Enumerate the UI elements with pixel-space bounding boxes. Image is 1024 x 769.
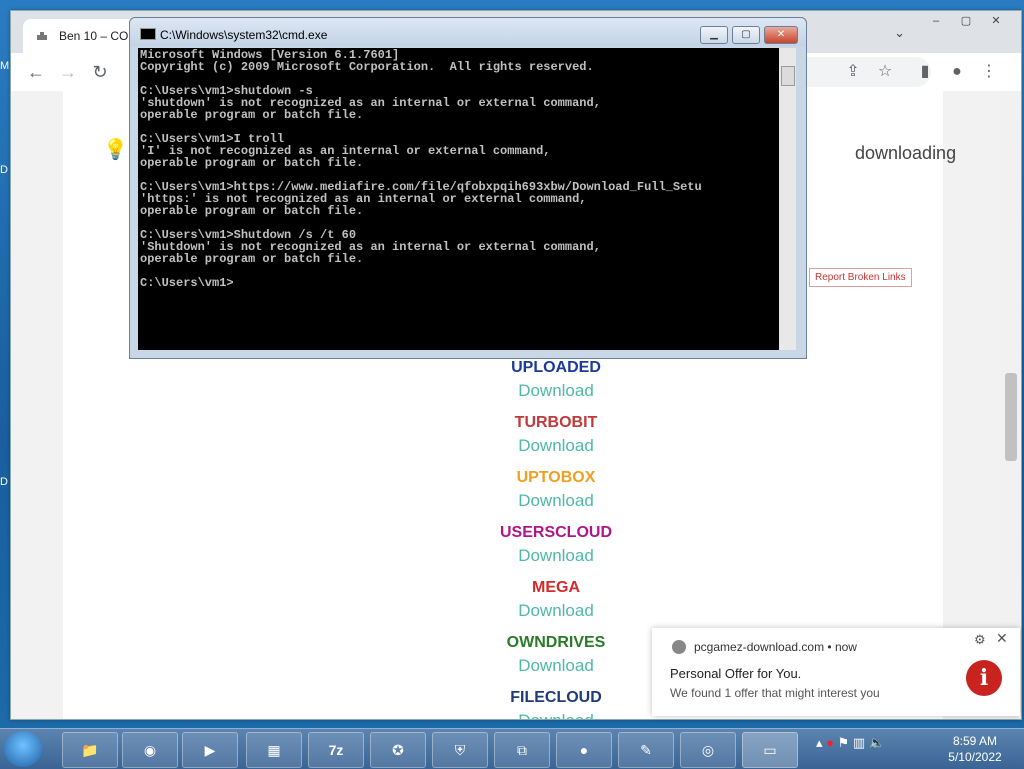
taskbar: 📁 ◉ ▶ ▦ 7z ✪ ⛨ ⧉ ● ✎ ◎ ▭ ▴ ● ⚑ ▥ 🔈 8:59 … bbox=[0, 728, 1024, 769]
media-center-icon[interactable]: ◎ bbox=[680, 732, 736, 768]
cmd-titlebar[interactable]: C:\Windows\system32\cmd.exe ▁ ▢ ✕ bbox=[130, 18, 806, 46]
security-icon[interactable]: ● bbox=[826, 735, 834, 750]
download-link-mega[interactable]: Download bbox=[443, 601, 669, 621]
cmd-minimize-button[interactable]: ▁ bbox=[700, 26, 728, 44]
volume-icon[interactable]: 🔈 bbox=[869, 735, 885, 750]
tab-search-icon[interactable]: ⌄ bbox=[894, 25, 905, 41]
vpn-shield-icon[interactable]: ⛨ bbox=[432, 732, 488, 768]
console-output: Microsoft Windows [Version 6.1.7601] Cop… bbox=[140, 48, 702, 290]
remote-desktop-icon[interactable]: ⧉ bbox=[494, 732, 550, 768]
start-button[interactable] bbox=[4, 731, 42, 767]
page-left-gutter bbox=[11, 91, 63, 719]
host-uptobox: UPTOBOX bbox=[516, 469, 596, 486]
minimize-button[interactable]: – bbox=[923, 13, 949, 29]
cmd-window[interactable]: C:\Windows\system32\cmd.exe ▁ ▢ ✕ Micros… bbox=[129, 17, 807, 359]
gear-icon[interactable]: ⚙ bbox=[974, 632, 986, 648]
flag-icon[interactable]: ⚑ bbox=[838, 735, 850, 750]
tab-title: Ben 10 – COD bbox=[59, 29, 138, 43]
tray-expand-icon[interactable]: ▴ bbox=[816, 735, 823, 750]
host-turbobit: TURBOBIT bbox=[514, 414, 598, 431]
maximize-button[interactable]: ▢ bbox=[953, 13, 979, 29]
bookmark-star-icon[interactable]: ☆ bbox=[875, 62, 895, 82]
browser-tab[interactable]: Ben 10 – COD bbox=[23, 19, 143, 53]
host-mega: MEGA bbox=[532, 579, 580, 596]
desktop-edge-m: M bbox=[0, 60, 10, 72]
window-controls: – ▢ ✕ bbox=[923, 13, 1013, 31]
cmd-scrollbar-thumb[interactable] bbox=[781, 66, 795, 86]
task-manager-icon[interactable]: ▦ bbox=[246, 732, 302, 768]
cmd-close-button[interactable]: ✕ bbox=[764, 26, 798, 44]
clock[interactable]: 8:59 AM 5/10/2022 bbox=[940, 733, 1010, 765]
network-icon[interactable]: ▥ bbox=[853, 735, 865, 750]
notification-body: We found 1 offer that might interest you bbox=[670, 686, 880, 700]
page-scrollbar[interactable] bbox=[999, 91, 1021, 719]
report-broken-links-button[interactable]: Report Broken Links bbox=[809, 268, 912, 287]
cmd-taskbar-icon[interactable]: ▭ bbox=[742, 732, 798, 768]
cmd-title: C:\Windows\system32\cmd.exe bbox=[160, 28, 328, 42]
7z-icon[interactable]: 7z bbox=[308, 732, 364, 768]
reload-icon[interactable]: ↻ bbox=[89, 61, 111, 83]
scrollbar-thumb[interactable] bbox=[1005, 373, 1017, 461]
notification-source: pcgamez-download.com • now bbox=[694, 640, 857, 654]
desktop-edge-d2: D bbox=[0, 476, 8, 488]
system-tray: ▴ ● ⚑ ▥ 🔈 bbox=[816, 735, 936, 763]
menu-kebab-icon[interactable]: ⋮ bbox=[979, 62, 999, 82]
side-panel-icon[interactable]: ▮ bbox=[915, 62, 935, 82]
notepad-icon[interactable]: ✎ bbox=[618, 732, 674, 768]
clock-time: 8:59 AM bbox=[952, 734, 998, 748]
cmd-scrollbar[interactable] bbox=[779, 48, 796, 350]
host-filecloud: FILECLOUD bbox=[510, 689, 602, 706]
download-link-uploaded[interactable]: Download bbox=[443, 381, 669, 401]
back-arrow-icon[interactable]: ← bbox=[25, 61, 47, 83]
partial-heading-text: downloading bbox=[855, 143, 957, 163]
desktop-edge-d1: D bbox=[0, 164, 8, 176]
download-link-userscloud[interactable]: Download bbox=[443, 546, 669, 566]
profile-avatar-icon[interactable]: ● bbox=[947, 62, 967, 82]
clock-date: 5/10/2022 bbox=[948, 750, 1002, 764]
download-link-filecloud[interactable]: Download bbox=[443, 711, 669, 719]
page-right-gutter bbox=[943, 91, 999, 719]
media-player-icon[interactable]: ▶ bbox=[182, 732, 238, 768]
cmd-maximize-button[interactable]: ▢ bbox=[732, 26, 760, 44]
host-owndrives: OWNDRIVES bbox=[506, 634, 606, 651]
share-icon[interactable]: ⇪ bbox=[843, 62, 863, 82]
download-link-owndrives[interactable]: Download bbox=[443, 656, 669, 676]
info-icon: i bbox=[966, 660, 1002, 696]
forward-arrow-icon[interactable]: → bbox=[57, 61, 79, 83]
cmd-console[interactable]: Microsoft Windows [Version 6.1.7601] Cop… bbox=[138, 48, 779, 350]
close-icon[interactable]: ✕ bbox=[996, 630, 1008, 647]
game-icon[interactable]: ✪ bbox=[370, 732, 426, 768]
notification-title: Personal Offer for You. bbox=[670, 666, 802, 681]
download-link-turbobit[interactable]: Download bbox=[443, 436, 669, 456]
lightbulb-icon: 💡 bbox=[103, 139, 128, 161]
cmd-icon bbox=[140, 28, 156, 40]
chrome-icon bbox=[672, 640, 686, 654]
host-uploaded: UPLOADED bbox=[511, 359, 601, 376]
host-userscloud: USERSCLOUD bbox=[499, 524, 612, 541]
close-button[interactable]: ✕ bbox=[983, 13, 1009, 29]
puzzle-icon bbox=[37, 32, 47, 40]
push-notification[interactable]: pcgamez-download.com • now ⚙ ✕ Personal … bbox=[652, 628, 1020, 716]
explorer-icon[interactable]: 📁 bbox=[62, 732, 118, 768]
video-recorder-icon[interactable]: ● bbox=[556, 732, 612, 768]
chrome-taskbar-icon[interactable]: ◉ bbox=[122, 732, 178, 768]
download-link-uptobox[interactable]: Download bbox=[443, 491, 669, 511]
